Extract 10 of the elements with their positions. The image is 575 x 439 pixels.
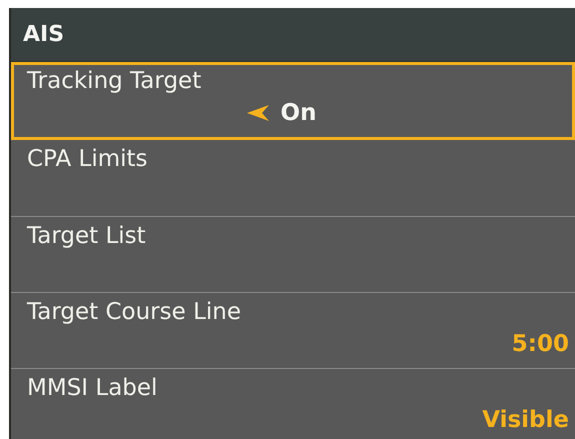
- menu-item[interactable]: Target Course Line 5:00: [11, 292, 575, 368]
- left-arrow-icon[interactable]: [246, 105, 269, 121]
- setting-value: Visible: [482, 407, 569, 433]
- menu-item[interactable]: CPA Limits: [11, 140, 575, 216]
- menu-item[interactable]: MMSI Label Visible: [11, 368, 575, 439]
- setting-value: On: [280, 100, 316, 126]
- menu-title: AIS: [23, 22, 64, 47]
- menu-item[interactable]: Target List: [11, 216, 575, 292]
- menu-item[interactable]: Tracking Target On: [11, 62, 575, 140]
- setting-value: 5:00: [512, 331, 569, 357]
